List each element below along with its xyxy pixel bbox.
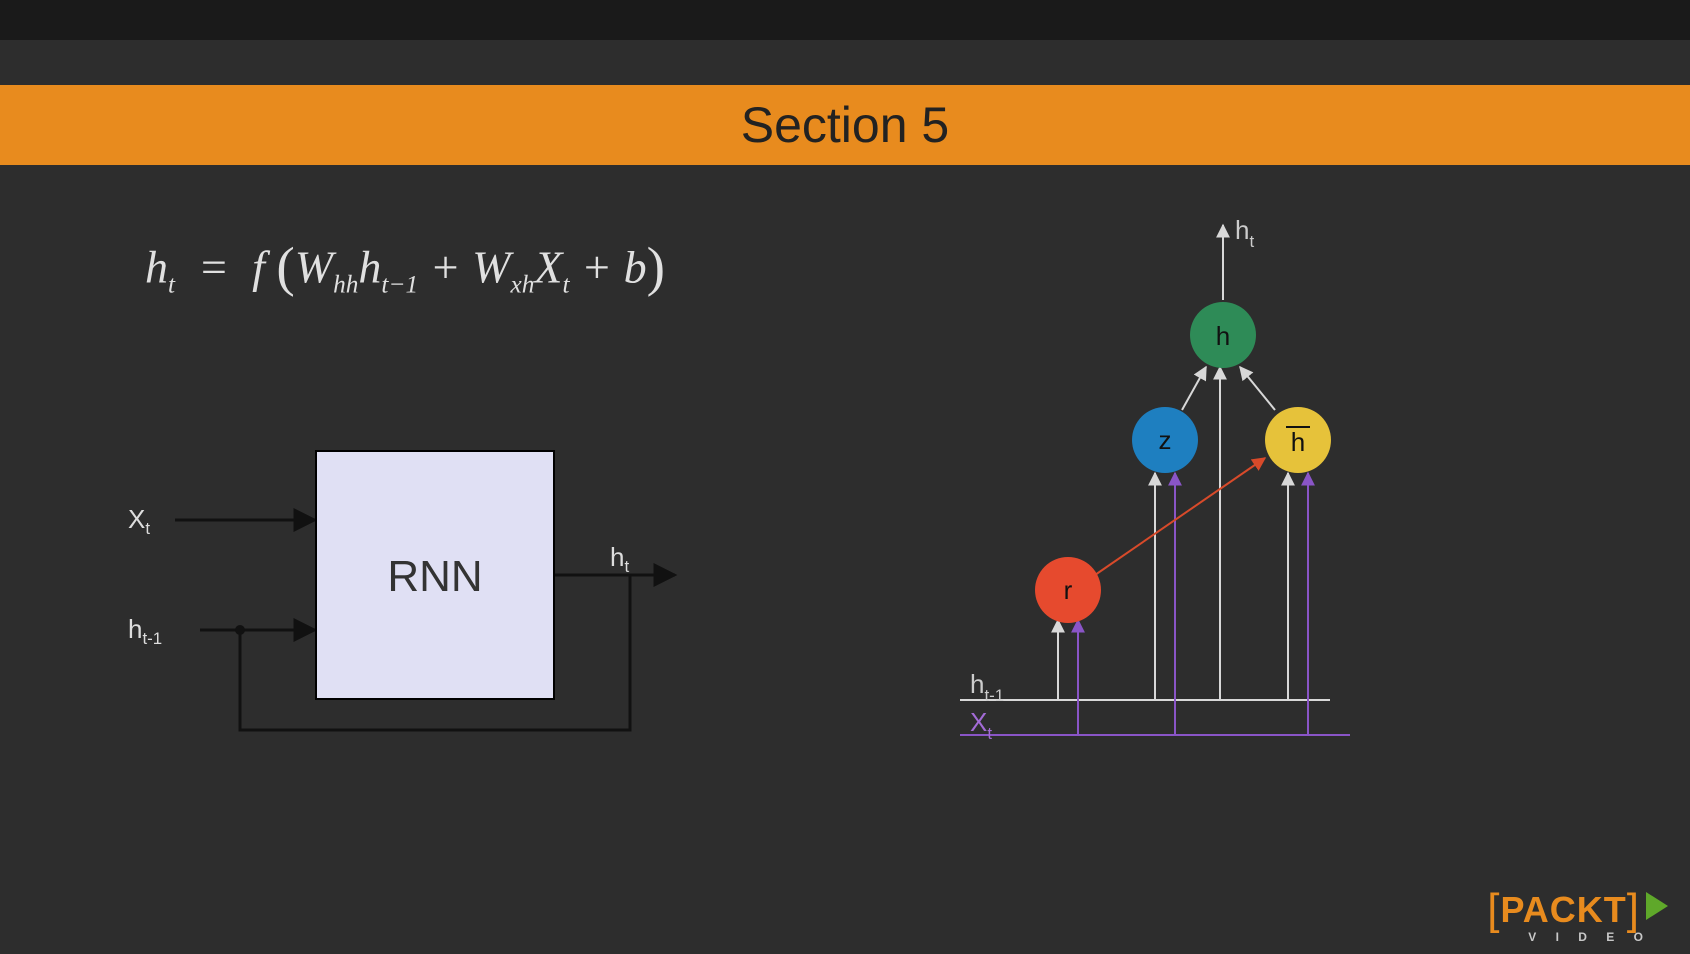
rnn-input-hprev-var: h [128, 614, 142, 644]
gru-axis-x-label: Xt [970, 707, 992, 743]
rnn-input-x-sub: t [145, 519, 150, 538]
eq-X: X [534, 241, 562, 292]
section-title: Section 5 [741, 97, 949, 153]
eq-lhs-sub: t [168, 270, 175, 298]
gru-node-r-label: r [1064, 575, 1073, 605]
logo-bracket-open: [ [1487, 885, 1500, 934]
eq-lhs-var: h [145, 241, 168, 292]
gru-axis-x-sub: t [987, 724, 992, 743]
rnn-output-sub: t [624, 557, 629, 576]
logo-bracket-close: ] [1627, 885, 1640, 934]
rnn-input-x-label: Xt [128, 504, 150, 539]
eq-W1: W [295, 241, 333, 292]
top-dark-bar [0, 0, 1690, 40]
eq-W2-sub: xh [511, 270, 535, 298]
gru-output-sub: t [1249, 232, 1254, 251]
rnn-block: RNN [315, 450, 555, 700]
play-icon [1646, 892, 1668, 920]
gru-node-z-label: z [1159, 425, 1172, 455]
eq-plus1: + [430, 241, 461, 292]
gru-axis-x-var: X [970, 707, 987, 737]
rnn-output-var: h [610, 542, 624, 572]
packt-logo: [PACKT] V I D E O [1487, 887, 1668, 944]
gru-axis-hprev-sub: t-1 [984, 686, 1004, 705]
eq-close-paren: ) [647, 236, 665, 297]
gru-node-h-label: h [1216, 321, 1230, 351]
eq-b: b [624, 241, 647, 292]
eq-X-sub: t [563, 270, 570, 298]
section-title-band: Section 5 [0, 85, 1690, 165]
eq-plus2: + [581, 241, 612, 292]
eq-func: f [252, 241, 265, 292]
eq-W1-sub: hh [333, 270, 358, 298]
gru-axis-hprev-var: h [970, 669, 984, 699]
logo-subline: V I D E O [1487, 931, 1668, 944]
gru-graph: h z h r ht-1 Xt ht [930, 195, 1470, 795]
rnn-block-diagram: RNN Xt ht-1 ht [120, 430, 740, 770]
rnn-output-label: ht [610, 542, 629, 577]
logo-text: PACKT [1500, 889, 1626, 930]
gru-output-label: ht [1235, 215, 1254, 251]
rnn-block-label: RNN [387, 552, 482, 601]
rnn-input-hprev-sub: t-1 [142, 629, 162, 648]
rnn-equation: ht = f (Whhht−1 + WxhXt + b) [145, 235, 665, 299]
eq-hprev-sub: t−1 [381, 270, 418, 298]
eq-open-paren: ( [276, 236, 294, 297]
eq-hprev: h [358, 241, 381, 292]
gru-output-var: h [1235, 215, 1249, 245]
gru-node-hbar-label: h [1291, 427, 1305, 457]
rnn-input-x-var: X [128, 504, 145, 534]
rnn-input-hprev-label: ht-1 [128, 614, 162, 649]
eq-W2: W [472, 241, 510, 292]
